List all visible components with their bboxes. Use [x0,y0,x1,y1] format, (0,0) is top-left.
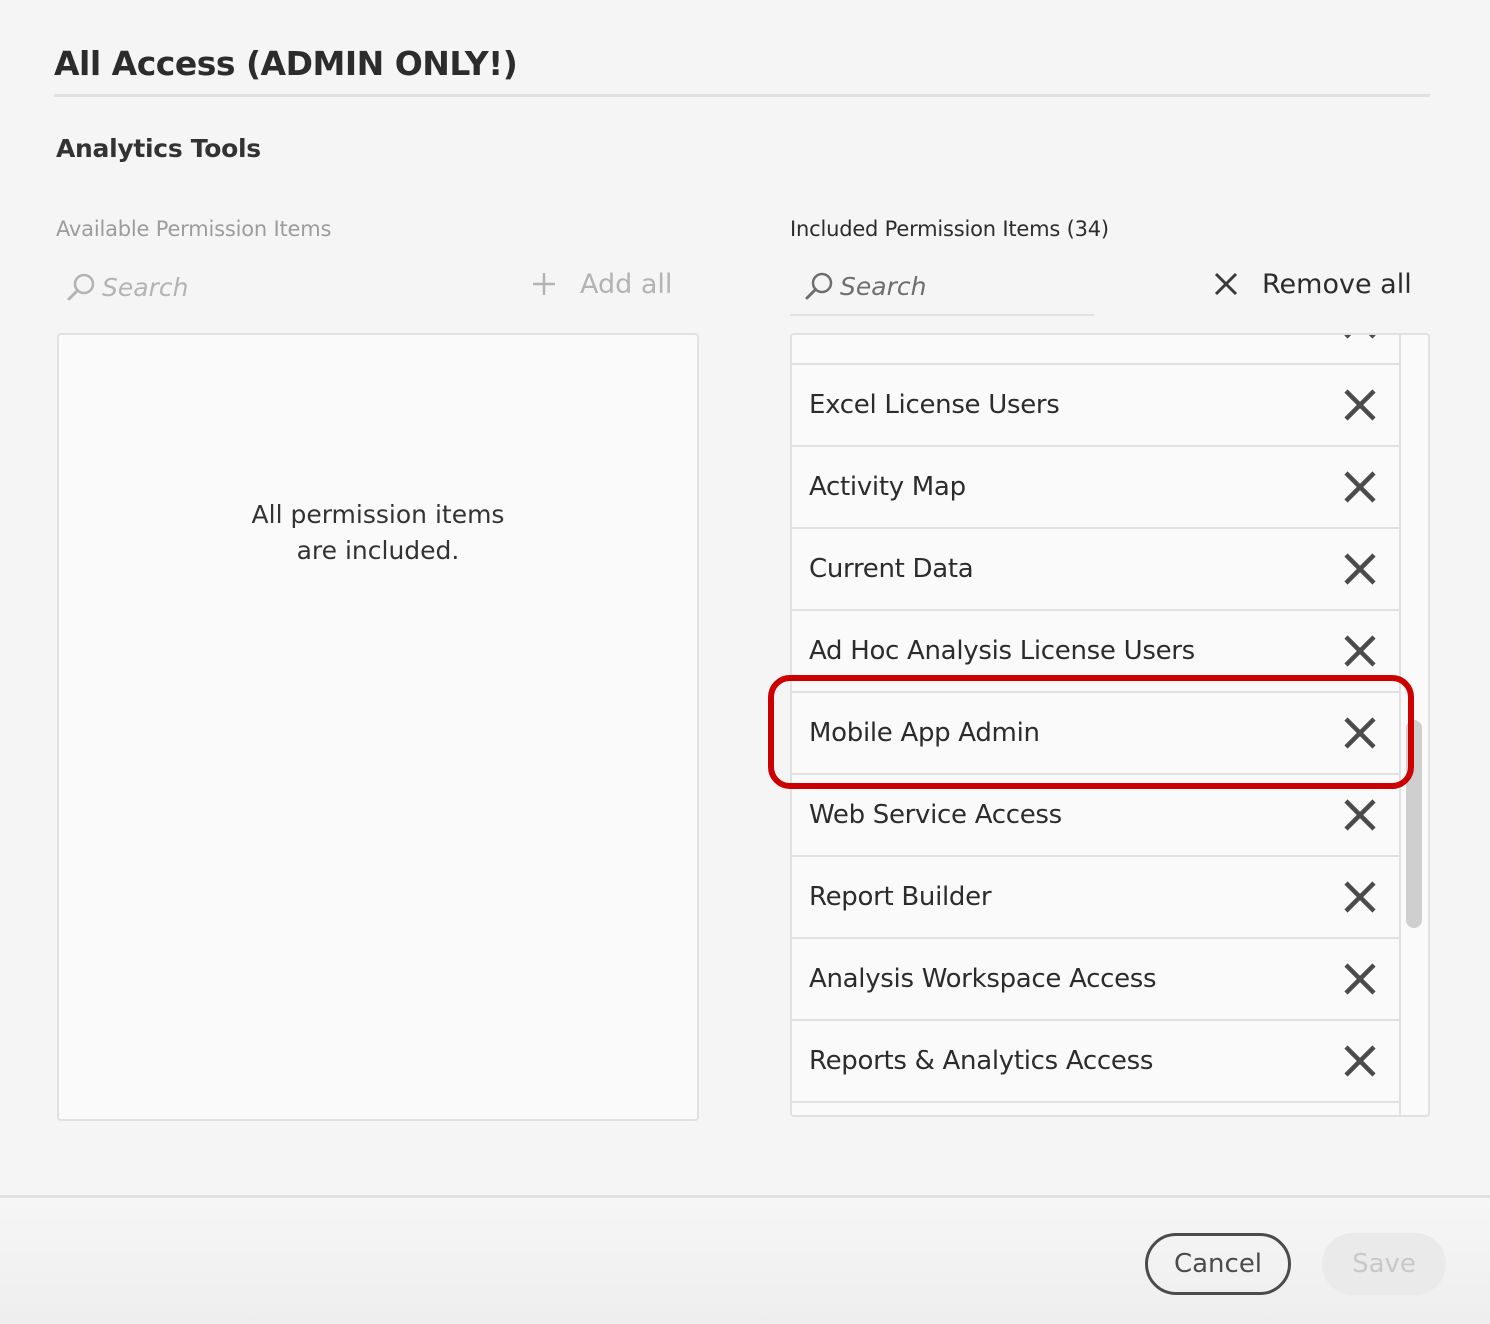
add-all-label: Add all [580,268,673,300]
list-item-label: Analysis Workspace Access [809,964,1157,994]
remove-item-button[interactable] [1343,470,1377,504]
remove-item-button[interactable] [1343,798,1377,832]
list-item: Report Builder [792,857,1401,939]
included-items-list: Excel License Users Activity Map Current… [792,335,1401,1115]
available-search[interactable] [66,258,366,316]
list-item: Activity Map [792,447,1401,529]
list-item-label: Mobile App Admin [809,718,1040,748]
search-icon [67,273,95,301]
list-item: Current Data [792,529,1401,611]
list-item [792,335,1401,365]
dialog-title: All Access (ADMIN ONLY!) [54,44,518,83]
close-icon [1344,389,1376,421]
remove-item-button[interactable] [1343,716,1377,750]
list-item: Ad Hoc Analysis License Users [792,611,1401,693]
remove-item-button[interactable] [1343,962,1377,996]
included-items-label: Included Permission Items (34) [790,217,1109,241]
list-item: Reports & Analytics Access [792,1021,1401,1103]
close-icon [1344,335,1376,339]
close-icon [1344,553,1376,585]
title-divider [54,94,1430,97]
list-item-label: Excel License Users [809,390,1060,420]
remove-item-button[interactable] [1343,388,1377,422]
available-items-panel: All permission items are included. [57,333,699,1121]
available-search-input[interactable] [102,272,322,302]
save-button[interactable]: Save [1322,1233,1446,1295]
remove-item-button[interactable] [1343,335,1377,340]
close-icon [1344,717,1376,749]
list-item-label: Web Service Access [809,800,1062,830]
list-item-label: Ad Hoc Analysis License Users [809,636,1195,666]
section-title: Analytics Tools [56,134,261,163]
list-item-label: Activity Map [809,472,966,502]
close-icon [1344,963,1376,995]
included-items-panel[interactable]: Excel License Users Activity Map Current… [790,333,1430,1117]
close-icon [1214,272,1238,296]
close-icon [1344,471,1376,503]
list-item: Excel License Users [792,365,1401,447]
list-item: Web Service Access [792,775,1401,857]
close-icon [1344,881,1376,913]
close-icon [1344,635,1376,667]
remove-item-button[interactable] [1343,880,1377,914]
remove-all-button[interactable]: Remove all [1212,262,1412,306]
list-item-label: Reports & Analytics Access [809,1046,1154,1076]
remove-item-button[interactable] [1343,634,1377,668]
list-item-highlighted: Mobile App Admin [792,693,1401,775]
search-icon [805,272,833,300]
list-item-label: Current Data [809,554,974,584]
list-item [792,1103,1401,1115]
included-search-input[interactable] [840,271,1060,301]
scrollbar-thumb[interactable] [1406,720,1422,928]
empty-message: All permission items are included. [251,500,505,565]
list-item-label: Report Builder [809,882,992,912]
close-icon [1344,799,1376,831]
remove-item-button[interactable] [1343,1044,1377,1078]
cancel-button[interactable]: Cancel [1145,1233,1291,1295]
plus-icon [533,273,555,295]
close-icon [1344,1045,1376,1077]
remove-all-label: Remove all [1262,268,1412,300]
available-items-label: Available Permission Items [56,217,332,241]
included-search[interactable] [790,258,1094,316]
add-all-button[interactable]: Add all [530,262,672,306]
list-item: Analysis Workspace Access [792,939,1401,1021]
remove-item-button[interactable] [1343,552,1377,586]
